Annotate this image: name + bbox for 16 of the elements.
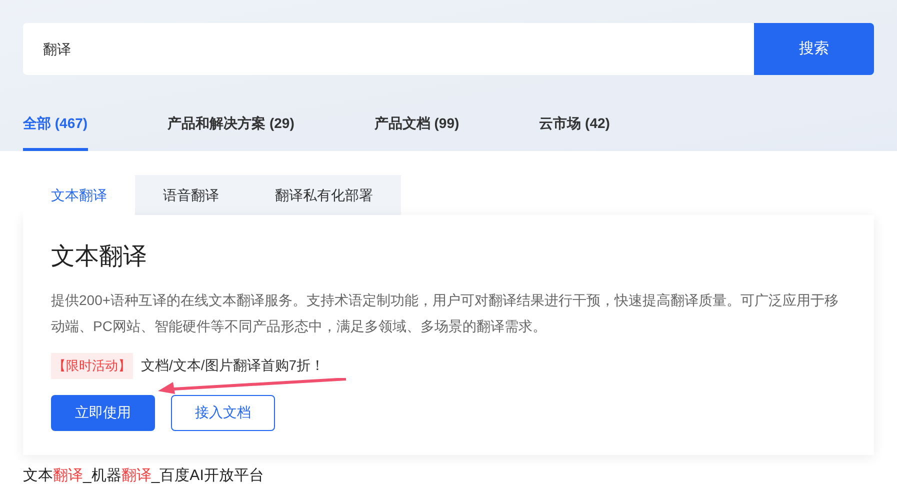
category-tab[interactable]: 产品和解决方案 (29) — [168, 113, 294, 151]
card-title: 文本翻译 — [51, 242, 148, 272]
product-tab[interactable]: 文本翻译 — [23, 175, 135, 215]
promo-text: 文档/文本/图片翻译首购7折！ — [141, 356, 325, 376]
promo-tag: 【限时活动】 — [51, 353, 133, 378]
category-tab[interactable]: 全部 (467) — [23, 113, 88, 151]
product-tab[interactable]: 翻译私有化部署 — [247, 175, 401, 215]
search-field[interactable]: 翻译 — [23, 23, 754, 75]
use-now-button[interactable]: 立即使用 — [51, 394, 155, 430]
card-description: 提供200+语种互译的在线文本翻译服务。支持术语定制功能，用户可对翻译结果进行干预，快速提高翻译质量。可广泛应用于移动端、PC网站、智能硬件等不同产品形态中，满足多领域、多场景的翻译需求。 — [51, 291, 840, 336]
docs-button[interactable]: 接入文档 — [171, 394, 275, 430]
search-button[interactable]: 搜索 — [754, 23, 874, 75]
product-tab[interactable]: 语音翻译 — [135, 175, 247, 215]
result-title[interactable]: 文本翻译_机器翻译_百度AI开放平台 — [23, 464, 874, 486]
category-tab[interactable]: 云市场 (42) — [539, 113, 610, 151]
category-tab[interactable]: 产品文档 (99) — [374, 113, 460, 151]
